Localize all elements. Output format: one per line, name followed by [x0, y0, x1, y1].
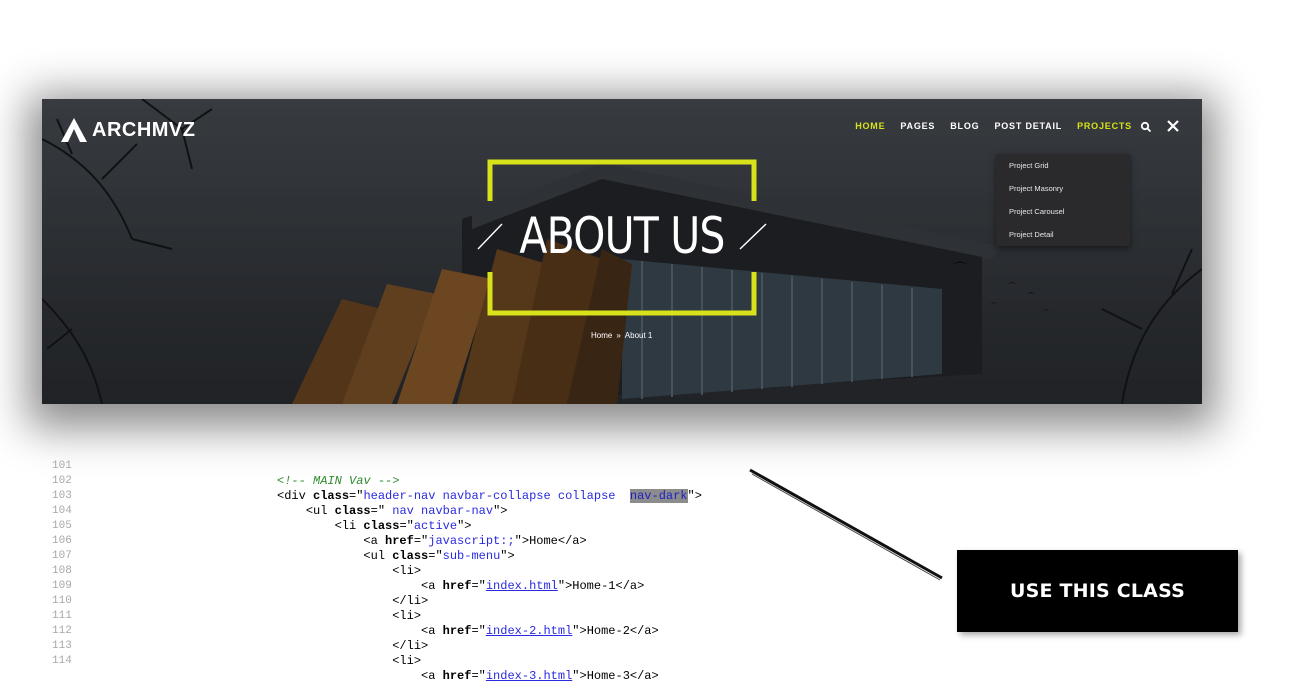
logo-mark-icon — [61, 118, 87, 142]
breadcrumb: Home » About 1 — [591, 331, 652, 340]
nav-item-home[interactable]: HOME — [855, 121, 885, 131]
projects-dropdown-menu: Project Grid Project Masonry Project Car… — [996, 154, 1130, 246]
logo-text: ARCHMVZ — [92, 118, 196, 141]
breadcrumb-home-link[interactable]: Home — [591, 331, 612, 340]
code-line: 101 <!-- MAIN Vav --> — [0, 444, 900, 488]
code-line: 112 </li> — [52, 625, 429, 653]
search-icon[interactable] — [1140, 121, 1152, 133]
breadcrumb-separator: » — [616, 331, 621, 340]
close-icon[interactable] — [1166, 119, 1180, 133]
nav-item-post-detail[interactable]: POST DETAIL — [994, 121, 1062, 131]
nav-item-projects[interactable]: PROJECTS — [1077, 121, 1132, 131]
callout-pointer-line — [749, 468, 943, 581]
breadcrumb-current: About 1 — [624, 331, 653, 340]
nav-item-blog[interactable]: BLOG — [950, 121, 979, 131]
code-line: 113 <li> — [52, 640, 422, 668]
top-navigation: HOME PAGES BLOG POST DETAIL PROJECTS — [855, 121, 1132, 131]
callout-text: USE THIS CLASS — [1009, 580, 1185, 602]
nav-item-pages[interactable]: PAGES — [900, 121, 935, 131]
page-title: ABOUT US — [519, 207, 725, 265]
line-number: 114 — [52, 655, 72, 667]
site-logo[interactable]: ARCHMVZ — [60, 117, 196, 143]
dropdown-item-project-grid[interactable]: Project Grid — [996, 154, 1130, 177]
code-link[interactable]: index-3.html — [486, 669, 572, 683]
callout-box: USE THIS CLASS — [957, 550, 1238, 632]
dropdown-item-project-masonry[interactable]: Project Masonry — [996, 177, 1130, 200]
code-line: 111 <a href="index-2.html">Home-2</a> — [52, 610, 659, 638]
hero-banner-screenshot: ARCHMVZ HOME PAGES BLOG POST DETAIL PROJ… — [42, 99, 1202, 404]
dropdown-item-project-detail[interactable]: Project Detail — [996, 223, 1130, 246]
dropdown-item-project-carousel[interactable]: Project Carousel — [996, 200, 1130, 223]
anchor-text: Home-3 — [586, 669, 630, 683]
